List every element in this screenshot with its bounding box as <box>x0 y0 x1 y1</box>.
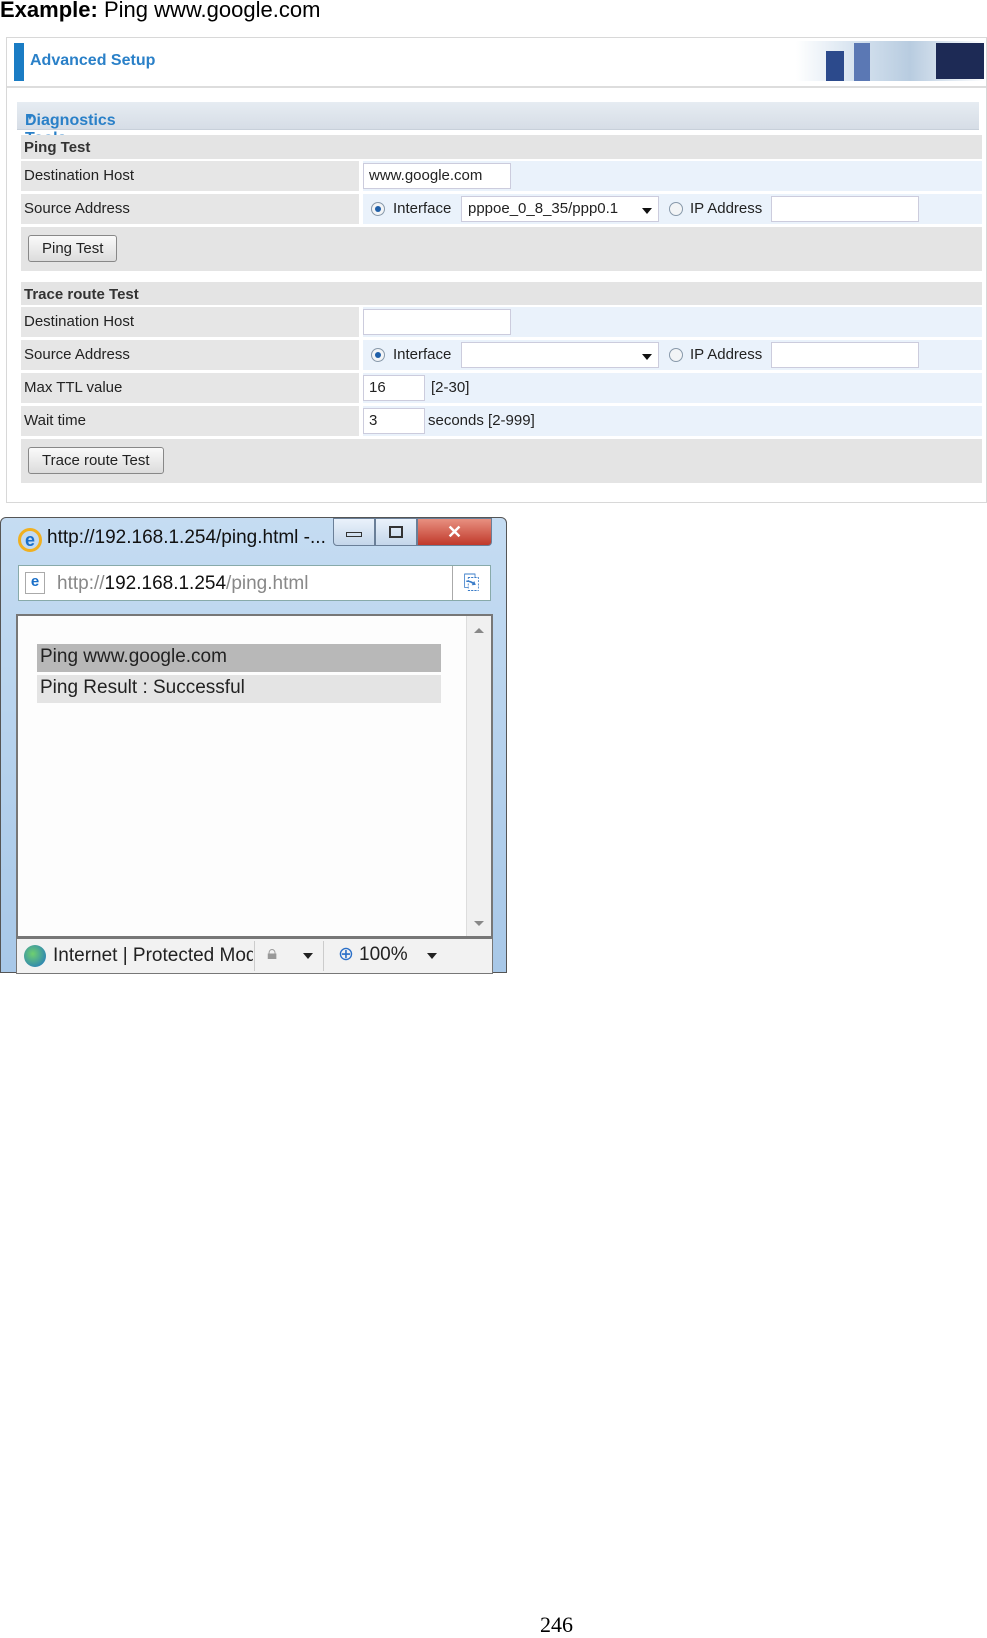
trace-source-row: Source Address Interface IP Address <box>21 340 982 370</box>
ip-address-label: IP Address <box>690 346 763 363</box>
browser-popup-window: e http://192.168.1.254/ping.html -... ✕ … <box>0 517 507 974</box>
window-title: http://192.168.1.254/ping.html -... <box>47 527 326 548</box>
interface-label: Interface <box>393 346 452 363</box>
interface-radio[interactable] <box>371 348 385 362</box>
field-label: Destination Host <box>21 307 359 337</box>
example-text: Ping www.google.com <box>103 0 321 22</box>
protected-mode-lock-icon[interactable]: 🔒︎ <box>267 943 277 965</box>
ip-address-label: IP Address <box>690 200 763 217</box>
max-ttl-input[interactable]: 16 <box>363 375 425 401</box>
trace-destination-row: Destination Host <box>21 307 982 337</box>
trace-route-header: Trace route Test <box>21 282 982 305</box>
trace-ip-address-input[interactable] <box>771 342 919 368</box>
maximize-button[interactable] <box>375 518 417 546</box>
minimize-button[interactable] <box>333 518 375 546</box>
chevron-down-icon[interactable] <box>427 953 437 964</box>
globe-icon <box>24 945 46 967</box>
chevron-down-icon <box>642 354 652 360</box>
vertical-scrollbar[interactable] <box>466 616 491 936</box>
ie-logo-icon: e <box>18 528 42 552</box>
ip-address-radio[interactable] <box>669 202 683 216</box>
chevron-down-icon <box>642 208 652 214</box>
close-button[interactable]: ✕ <box>417 518 492 546</box>
header-computer-image <box>796 41 986 81</box>
header-divider <box>7 86 986 88</box>
compatibility-view-icon[interactable]: ⎘ <box>452 566 490 600</box>
url-prefix: http:// <box>57 573 105 594</box>
url-text: http://192.168.1.254/ping.html <box>57 573 308 595</box>
wait-range-hint: seconds [2-999] <box>428 412 535 429</box>
ttl-range-hint: [2-30] <box>431 379 470 396</box>
router-panel: Advanced Setup ▼Diagnostics Tools Ping T… <box>6 37 987 503</box>
ping-ip-address-input[interactable] <box>771 196 919 222</box>
example-caption: Example: Ping www.google.com <box>0 0 320 23</box>
field-label: Source Address <box>21 340 359 370</box>
diagnostics-tools-bar[interactable]: ▼Diagnostics Tools <box>17 102 979 147</box>
trace-destination-input[interactable] <box>363 309 511 335</box>
interface-label: Interface <box>393 200 452 217</box>
ip-address-radio[interactable] <box>669 348 683 362</box>
ping-button-row: Ping Test <box>21 227 982 271</box>
ping-result: Ping Result : Successful <box>37 675 441 703</box>
field-label: Source Address <box>21 194 359 224</box>
ping-destination-input[interactable]: www.google.com <box>363 163 511 189</box>
close-icon: ✕ <box>446 522 463 542</box>
scroll-down-icon[interactable] <box>474 921 484 926</box>
popup-content: Ping www.google.com Ping Result : Succes… <box>16 614 493 938</box>
zoom-level[interactable]: 100% <box>359 944 408 966</box>
page-icon: e <box>25 572 45 594</box>
status-bar: Internet | Protected Mode 🔒︎ ⊕ 100% <box>16 938 493 974</box>
ping-test-button[interactable]: Ping Test <box>28 235 118 262</box>
ping-test-header: Ping Test <box>21 135 982 159</box>
example-label: Example: <box>0 0 98 22</box>
chevron-down-icon[interactable] <box>303 953 313 964</box>
trace-button-row: Trace route Test <box>21 439 982 483</box>
ping-destination-row: Destination Host www.google.com <box>21 161 982 191</box>
field-label: Wait time <box>21 406 359 436</box>
field-label: Max TTL value <box>21 373 359 403</box>
trace-route-test-button[interactable]: Trace route Test <box>28 447 164 474</box>
url-host: 192.168.1.254 <box>104 573 227 594</box>
ping-interface-select[interactable]: pppoe_0_8_35/ppp0.1 <box>461 196 659 222</box>
wait-time-row: Wait time 3 seconds [2-999] <box>21 406 982 436</box>
selected-interface: pppoe_0_8_35/ppp0.1 <box>468 200 619 217</box>
trace-interface-select[interactable] <box>461 342 659 368</box>
address-bar[interactable]: e http://192.168.1.254/ping.html ⎘ <box>18 565 491 601</box>
header-accent-bar <box>14 43 24 81</box>
zoom-icon: ⊕ <box>338 944 354 965</box>
page-number: 246 <box>540 1612 573 1637</box>
page-title: Advanced Setup <box>30 52 156 69</box>
result-header: Ping www.google.com <box>37 644 441 672</box>
security-zone: Internet | Protected Mode <box>53 945 253 966</box>
max-ttl-row: Max TTL value 16 [2-30] <box>21 373 982 403</box>
wait-time-input[interactable]: 3 <box>363 408 425 434</box>
field-label: Destination Host <box>21 161 359 191</box>
ping-source-row: Source Address Interface pppoe_0_8_35/pp… <box>21 194 982 224</box>
url-path: /ping.html <box>226 573 309 594</box>
scroll-up-icon[interactable] <box>474 628 484 633</box>
interface-radio[interactable] <box>371 202 385 216</box>
